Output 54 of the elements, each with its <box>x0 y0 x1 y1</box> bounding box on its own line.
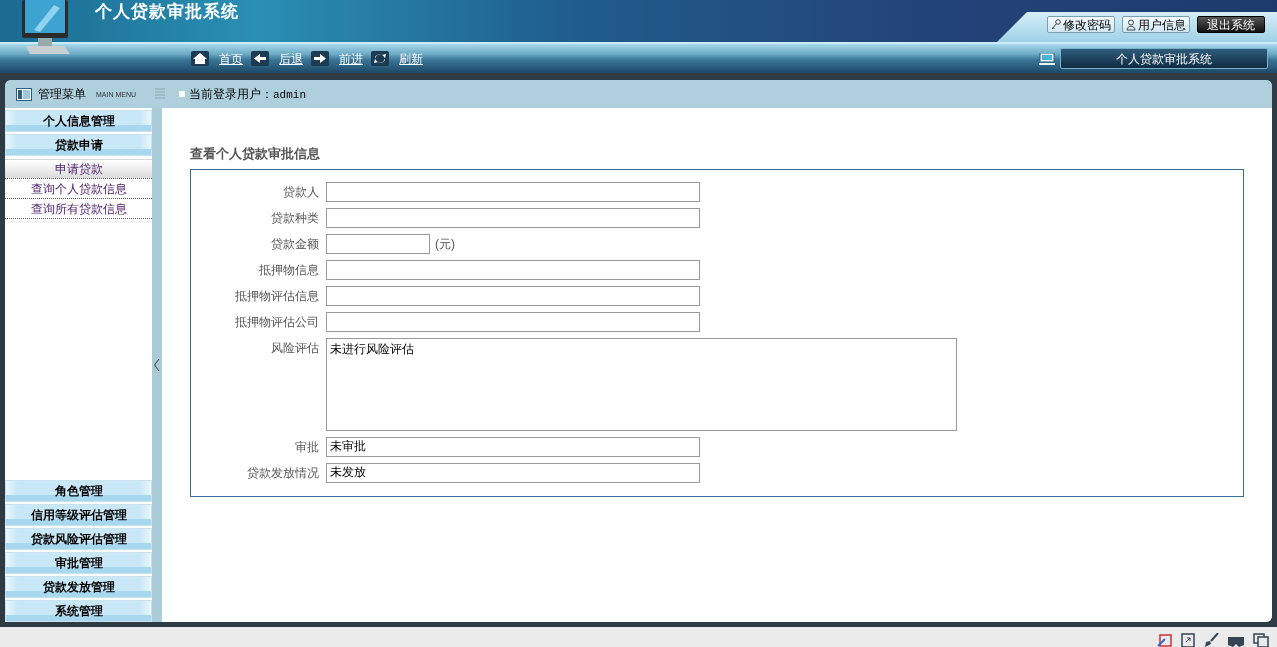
nav-link[interactable]: 前进 <box>339 49 363 68</box>
menu-group-header[interactable]: 贷款申请 <box>5 134 152 156</box>
field-label: 贷款人 <box>282 183 320 201</box>
nav-link[interactable]: 后退 <box>279 49 303 68</box>
input-field[interactable]: 未审批 <box>326 436 700 457</box>
mask-icon <box>1227 635 1245 647</box>
panel-layout-icon <box>16 87 32 101</box>
left-arrow-icon <box>251 51 269 66</box>
field-label: 贷款金额 <box>270 235 320 253</box>
field-label: 贷款种类 <box>270 209 320 227</box>
menu-title: 管理菜单 <box>38 86 86 103</box>
nav-link[interactable]: 首页 <box>219 49 243 68</box>
laptop-icon <box>1039 53 1055 65</box>
refresh-icon <box>371 51 389 66</box>
input-field[interactable] <box>326 259 700 280</box>
change-password-button[interactable]: 修改密码 <box>1047 16 1115 33</box>
user-icon <box>1126 18 1136 31</box>
menu-group-header[interactable]: 贷款风险评估管理 <box>5 528 152 550</box>
key-icon <box>1051 18 1061 31</box>
field-label: 风险评估 <box>270 339 320 357</box>
unit-label: (元) <box>435 235 455 253</box>
input-field[interactable]: 未发放 <box>326 462 700 483</box>
menu-group-header[interactable]: 信用等级评估管理 <box>5 504 152 526</box>
field-label: 审批 <box>294 438 320 456</box>
input-field[interactable] <box>326 207 700 228</box>
home-icon <box>191 51 209 66</box>
menu-item[interactable]: 申请贷款 <box>5 159 152 179</box>
menu-group-header[interactable]: 系统管理 <box>5 600 152 622</box>
page-title: 查看个人贷款审批信息 <box>190 145 321 163</box>
menu-group-header[interactable]: 审批管理 <box>5 552 152 574</box>
user-info-button[interactable]: 用户信息 <box>1122 16 1190 33</box>
external-link-icon <box>1181 633 1195 647</box>
app-title: 个人贷款审批系统 <box>95 1 239 23</box>
menu-group-header[interactable]: 贷款发放管理 <box>5 576 152 598</box>
menu-group-header[interactable]: 个人信息管理 <box>5 110 152 132</box>
input-field[interactable] <box>326 285 700 306</box>
input-field[interactable] <box>326 233 430 254</box>
menu-group-header[interactable]: 角色管理 <box>5 480 152 502</box>
bullet-icon <box>179 91 185 97</box>
list-icon <box>155 88 165 100</box>
nav-link[interactable]: 刷新 <box>399 49 423 68</box>
system-name-badge: 个人贷款审批系统 <box>1060 48 1268 69</box>
field-label: 抵押物评估公司 <box>234 313 320 331</box>
right-arrow-icon <box>311 51 329 66</box>
brush-icon <box>1203 633 1219 647</box>
input-field[interactable] <box>326 311 700 332</box>
field-label: 抵押物信息 <box>258 261 320 279</box>
field-label: 贷款发放情况 <box>246 464 320 482</box>
field-label: 抵押物评估信息 <box>234 287 320 305</box>
input-field[interactable] <box>326 181 700 202</box>
text-area[interactable]: 未进行风险评估 <box>326 337 957 431</box>
crop-icon <box>1157 633 1173 647</box>
logout-button[interactable]: 退出系统 <box>1197 16 1265 33</box>
current-user-label: 当前登录用户：admin <box>189 85 306 103</box>
